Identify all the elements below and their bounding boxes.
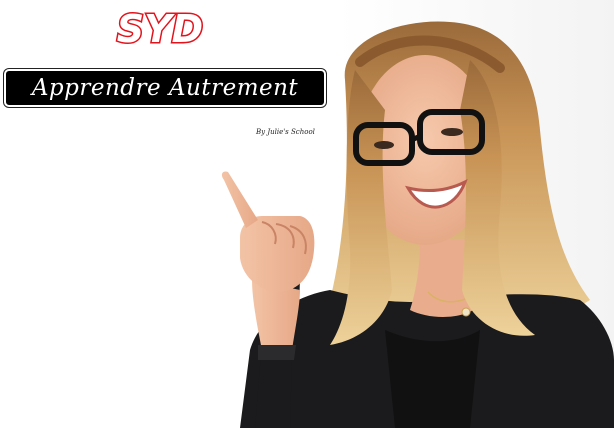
- syd-logo: SYD: [115, 6, 204, 53]
- banner-title: Apprendre Autrement: [31, 75, 299, 101]
- title-banner: Apprendre Autrement: [4, 69, 326, 107]
- logo-text: SYD: [117, 7, 203, 51]
- woman-pointing-photo: [221, 21, 614, 428]
- hero-image: SYD Apprendre Autrement By Julie's Schoo…: [0, 0, 614, 428]
- byline: By Julie's School: [256, 128, 315, 136]
